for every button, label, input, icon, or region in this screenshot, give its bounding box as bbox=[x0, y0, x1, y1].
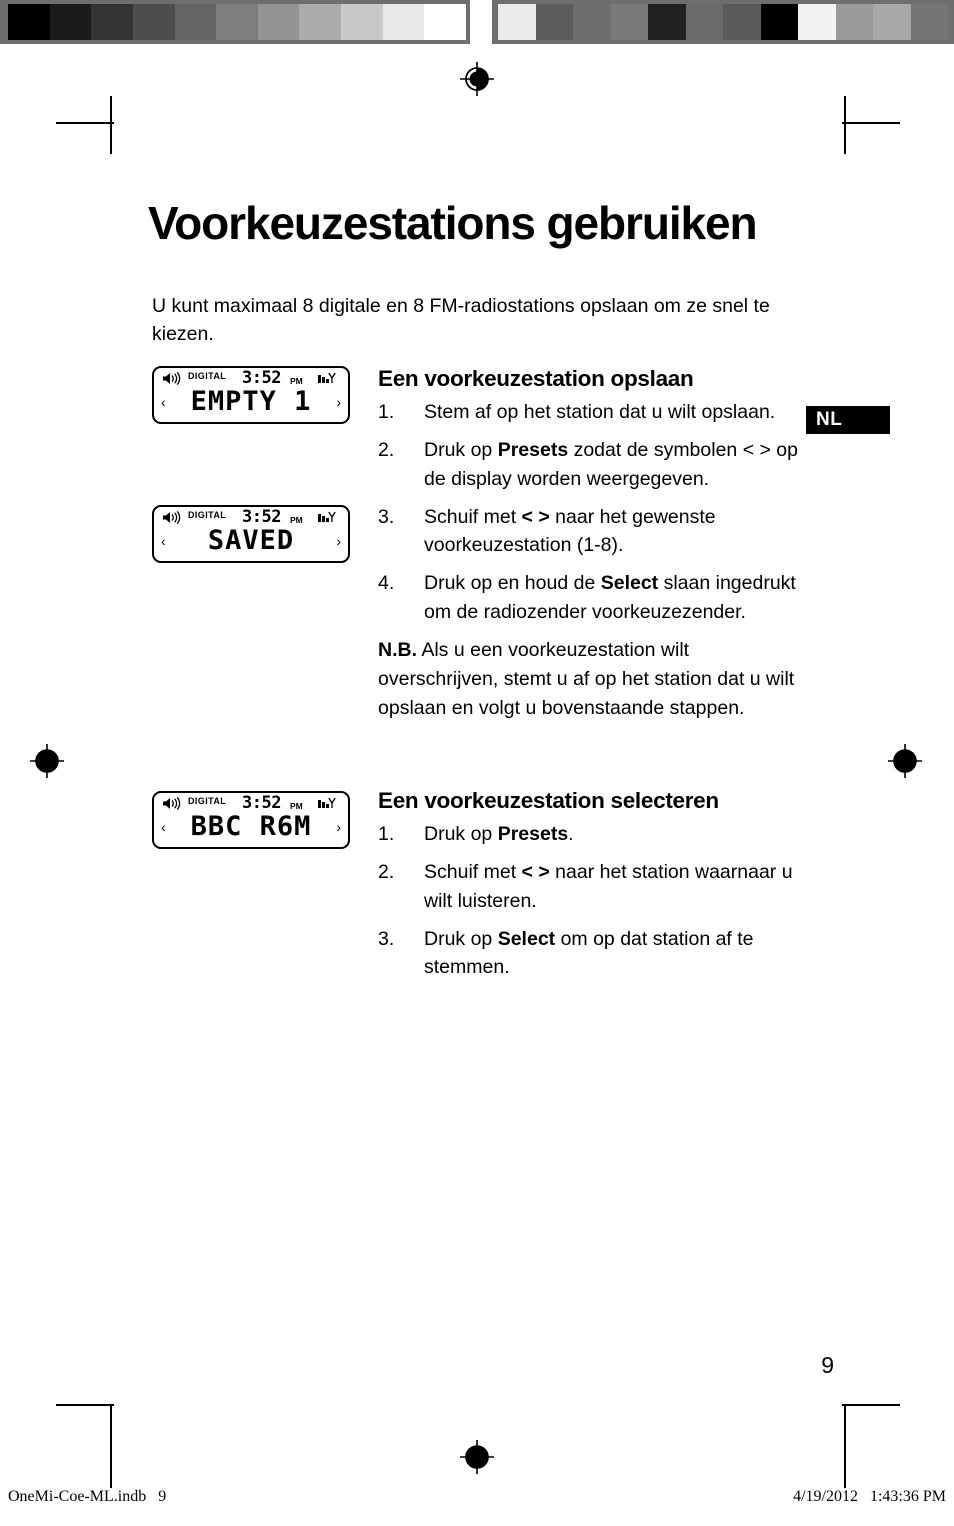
step-emphasis: Presets bbox=[497, 823, 569, 845]
step-emphasis: < > bbox=[521, 861, 550, 884]
step-emphasis: Select bbox=[497, 927, 556, 950]
lcd-time: 3:52 bbox=[242, 793, 281, 813]
step-number: 4. bbox=[378, 572, 395, 595]
step-emphasis: Presets bbox=[497, 439, 569, 462]
signal-icon bbox=[318, 796, 340, 814]
section-save-preset: Een voorkeuzestation opslaan 1. Stem af o… bbox=[378, 366, 803, 722]
step-emphasis: Select bbox=[600, 572, 659, 595]
step-number: 3. bbox=[378, 927, 395, 950]
lcd-digital-label: DIGITAL bbox=[188, 371, 227, 381]
step-item: 2. Druk op Presets zodat de symbolen < > … bbox=[378, 436, 803, 493]
note-paragraph: N.B. Als u een voorkeuzestation wilt ove… bbox=[378, 636, 803, 723]
language-tab-nl: NL bbox=[806, 406, 890, 434]
steps-list-select: 1. Druk op Presets. 2. Schuif met < > naar … bbox=[378, 820, 803, 981]
step-number: 1. bbox=[378, 823, 395, 845]
step-item: 1. Stem af op het station dat u wilt opsl… bbox=[378, 398, 803, 426]
section-select-preset: Een voorkeuzestation selecteren 1. Druk o… bbox=[378, 788, 803, 991]
step-number: 2. bbox=[378, 861, 395, 884]
step-text: Druk op en houd de bbox=[424, 572, 601, 595]
step-item: 3. Druk op Select om op dat station af te… bbox=[378, 925, 803, 982]
lcd-digital-label: DIGITAL bbox=[188, 510, 227, 520]
lcd-main-text: EMPTY 1 bbox=[190, 386, 312, 417]
intro-paragraph: U kunt maximaal 8 digitale en 8 FM-radio… bbox=[152, 294, 770, 346]
lcd-main-text: SAVED bbox=[207, 525, 295, 556]
step-emphasis: < > bbox=[521, 505, 550, 528]
step-number: 3. bbox=[378, 505, 395, 528]
note-text: Als u een voorkeuzestation wilt overschr… bbox=[378, 638, 795, 719]
step-text: Stem af op het station dat u wilt opslaa… bbox=[424, 401, 776, 423]
lcd-ampm: PM bbox=[290, 376, 303, 386]
lcd-time: 3:52 bbox=[242, 507, 281, 527]
step-item: 2. Schuif met < > naar het station waarna… bbox=[378, 858, 803, 915]
lcd-ampm: PM bbox=[290, 801, 303, 811]
lcd-time: 3:52 bbox=[242, 368, 281, 388]
footer-filename: OneMi-Coe-ML.indb 9 bbox=[8, 1488, 167, 1505]
footer-timestamp: 4/19/2012 1:43:36 PM bbox=[793, 1488, 946, 1505]
page-number: 9 bbox=[821, 1352, 834, 1378]
step-item: 3. Schuif met < > naar het gewenste voork… bbox=[378, 503, 803, 560]
lcd-display-preset-station: DIGITAL 3:52 PM ‹ › BBC R6M bbox=[152, 791, 350, 849]
signal-icon bbox=[318, 510, 340, 528]
steps-list-save: 1. Stem af op het station dat u wilt opsl… bbox=[378, 398, 803, 626]
step-number: 2. bbox=[378, 439, 395, 462]
step-item: 4. Druk op en houd de Select slaan ingedr… bbox=[378, 569, 803, 626]
step-number: 1. bbox=[378, 401, 395, 423]
lcd-display-saved: DIGITAL 3:52 PM ‹ › SAVED bbox=[152, 505, 350, 563]
lcd-ampm: PM bbox=[290, 515, 303, 525]
step-item: 1. Druk op Presets. bbox=[378, 820, 803, 848]
step-text: . bbox=[568, 823, 574, 845]
note-label: N.B. bbox=[378, 638, 417, 661]
step-text: Druk op bbox=[424, 823, 498, 845]
page-body: Voorkeuzestations gebruiken U kunt maxim… bbox=[0, 0, 954, 1526]
step-text: Druk op bbox=[424, 439, 498, 462]
step-text: Schuif met bbox=[424, 861, 522, 884]
section-heading-save: Een voorkeuzestation opslaan bbox=[378, 366, 694, 391]
step-text: Schuif met bbox=[424, 505, 522, 528]
section-heading-select: Een voorkeuzestation selecteren bbox=[378, 788, 719, 813]
signal-icon bbox=[318, 371, 340, 389]
page-title: Voorkeuzestations gebruiken bbox=[148, 196, 758, 249]
step-text: Druk op bbox=[424, 927, 498, 950]
lcd-digital-label: DIGITAL bbox=[188, 796, 227, 806]
lcd-display-empty: DIGITAL 3:52 PM ‹ › EMPTY 1 bbox=[152, 366, 350, 424]
lcd-main-text: BBC R6M bbox=[190, 811, 312, 842]
print-footer: OneMi-Coe-ML.indb 9 4/19/2012 1:43:36 PM bbox=[0, 1488, 954, 1518]
